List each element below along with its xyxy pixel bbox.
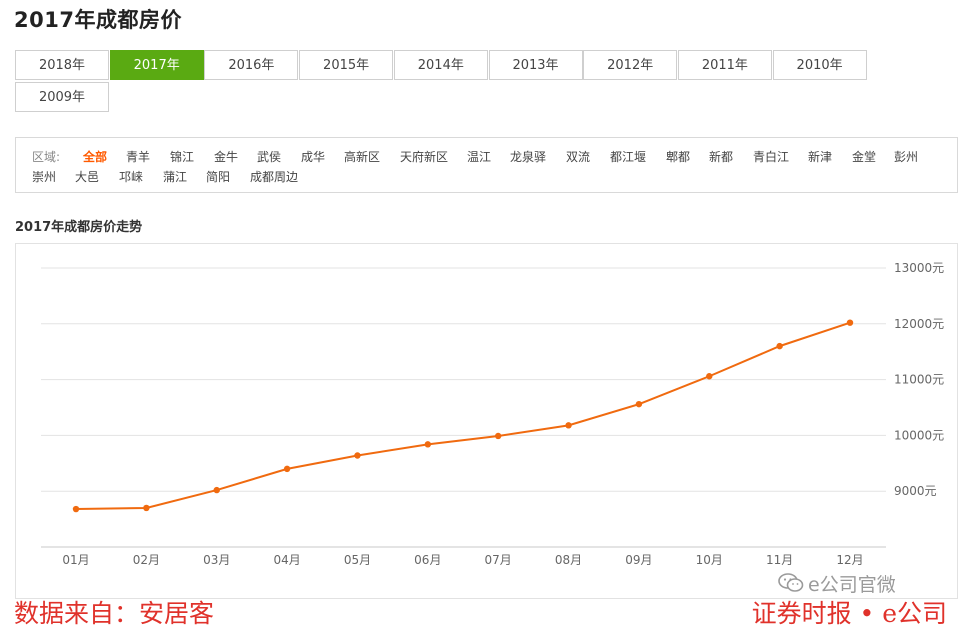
region-item[interactable]: 温江 [467, 148, 491, 165]
region-item[interactable]: 成都周边 [250, 168, 298, 185]
data-point[interactable] [143, 504, 150, 512]
region-item[interactable]: 蒲江 [163, 168, 187, 185]
x-tick-label: 02月 [133, 553, 160, 567]
region-label: 区域: [32, 150, 61, 164]
y-tick-label: 11000元 [894, 373, 944, 387]
x-tick-label: 05月 [344, 553, 371, 567]
year-tab[interactable]: 2009年 [15, 82, 109, 112]
page-title: 2017年成都房价 [14, 8, 182, 32]
region-item[interactable]: 郫都 [666, 148, 690, 165]
x-tick-label: 10月 [696, 553, 723, 567]
data-point[interactable] [494, 432, 502, 440]
data-point[interactable] [635, 400, 643, 408]
region-item[interactable]: 简阳 [206, 168, 230, 185]
year-tab[interactable]: 2018年 [15, 50, 109, 80]
region-filter: 区域: 全部 青羊 锦江 金牛 武侯 成华 高新区 天府新区 温江 龙泉驿 双流 都江堰 郫都 新都 青白江… [15, 137, 958, 193]
y-tick-label: 13000元 [894, 261, 944, 275]
region-item[interactable]: 高新区 [344, 148, 380, 165]
year-tab[interactable]: 2010年 [772, 50, 867, 80]
data-point[interactable] [776, 342, 783, 350]
region-item[interactable]: 青白江 [753, 148, 789, 165]
region-item[interactable]: 龙泉驿 [510, 148, 546, 165]
data-point[interactable] [213, 486, 220, 494]
region-item[interactable]: 新津 [808, 148, 832, 165]
x-tick-label: 11月 [766, 553, 793, 567]
year-tab[interactable]: 2014年 [393, 50, 488, 80]
region-item[interactable]: 武侯 [257, 148, 281, 165]
x-tick-label: 07月 [485, 553, 512, 567]
region-item[interactable]: 彭州 [894, 148, 918, 165]
data-point[interactable] [283, 465, 291, 473]
series-line [75, 321, 851, 511]
region-item[interactable]: 新都 [709, 148, 733, 165]
x-tick-label: 08月 [555, 553, 582, 567]
line-chart: 9000元 10000元 11000元 12000元 13000元 01月 02月 03月 04… [41, 261, 944, 567]
year-tab[interactable]: 2011年 [677, 50, 772, 80]
region-item[interactable]: 邛崃 [119, 168, 143, 185]
data-point[interactable] [424, 441, 432, 448]
region-item[interactable]: 青羊 [126, 148, 150, 165]
data-point[interactable] [846, 319, 854, 326]
chart-frame: 9000元 10000元 11000元 12000元 13000元 01月 02月 03月 04… [15, 243, 958, 599]
data-point[interactable] [72, 505, 80, 513]
region-item[interactable]: 金堂 [852, 148, 876, 165]
x-tick-label: 06月 [414, 553, 441, 567]
year-tab[interactable]: 2016年 [204, 50, 299, 80]
x-tick-label: 04月 [273, 553, 300, 567]
region-item[interactable]: 大邑 [75, 168, 99, 185]
year-tab[interactable]: 2017年 [109, 50, 204, 80]
y-tick-label: 9000元 [894, 484, 937, 498]
data-point[interactable] [565, 422, 572, 429]
y-tick-label: 12000元 [894, 317, 944, 331]
wechat-text: e公司官微 [808, 574, 896, 596]
year-tab[interactable]: 2015年 [299, 50, 394, 80]
x-tick-label: 01月 [62, 553, 89, 567]
x-tick-label: 09月 [625, 553, 652, 567]
chart-title: 2017年成都房价走势 [15, 220, 143, 235]
region-item[interactable]: 都江堰 [610, 148, 646, 165]
region-item[interactable]: 天府新区 [400, 148, 448, 165]
y-tick-label: 10000元 [894, 428, 944, 442]
region-item[interactable]: 成华 [301, 148, 325, 165]
x-tick-label: 03月 [203, 553, 230, 567]
region-item[interactable]: 崇州 [32, 168, 56, 185]
year-tab[interactable]: 2012年 [583, 50, 678, 80]
data-point[interactable] [354, 452, 361, 459]
source-watermark: 数据来自：安居客 [14, 599, 215, 628]
region-item[interactable]: 双流 [566, 148, 590, 165]
region-item[interactable]: 锦江 [170, 148, 194, 165]
x-tick-label: 12月 [836, 553, 863, 567]
region-item[interactable]: 全部 [83, 148, 107, 165]
region-item[interactable]: 金牛 [214, 148, 238, 165]
publisher-watermark: 证券时报 • e公司 [751, 599, 947, 628]
year-tab[interactable]: 2013年 [488, 50, 583, 80]
data-point[interactable] [706, 373, 713, 380]
